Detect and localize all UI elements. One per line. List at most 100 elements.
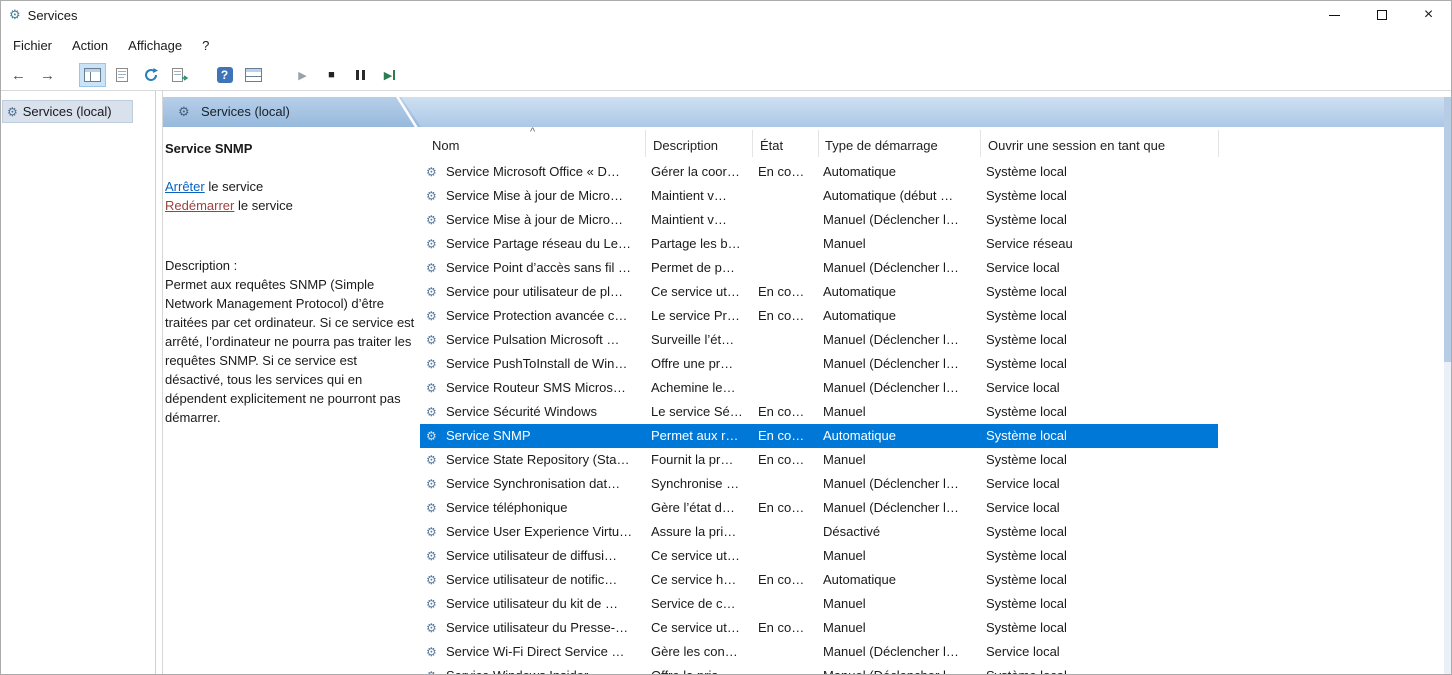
- help-button[interactable]: ?: [211, 63, 238, 87]
- cell-etat: En co…: [758, 424, 818, 448]
- cell-etat: [758, 664, 818, 675]
- table-row[interactable]: ⚙ Service PushToInstall de Win… Offre un…: [420, 352, 1218, 376]
- cell-nom: Service Microsoft Office « D…: [446, 160, 647, 184]
- close-button[interactable]: ×: [1405, 0, 1452, 30]
- restart-link-suffix: le service: [234, 198, 293, 213]
- service-gear-icon: ⚙: [426, 184, 437, 208]
- table-row[interactable]: ⚙ Service utilisateur du kit de … Servic…: [420, 592, 1218, 616]
- selected-service-title: Service SNMP: [165, 141, 420, 156]
- cell-nom: Service utilisateur du kit de …: [446, 592, 647, 616]
- cell-ouvrir-session: Système local: [986, 160, 1216, 184]
- cell-description: Le service Sé…: [651, 400, 753, 424]
- service-gear-icon: ⚙: [426, 448, 437, 472]
- table-row[interactable]: ⚙ Service Synchronisation dat… Synchroni…: [420, 472, 1218, 496]
- table-row[interactable]: ⚙ Service Windows Insider Offre la pris……: [420, 664, 1218, 675]
- cell-nom: Service téléphonique: [446, 496, 647, 520]
- refresh-button[interactable]: [137, 63, 164, 87]
- column-separator[interactable]: [1218, 130, 1219, 157]
- table-row[interactable]: ⚙ Service Wi-Fi Direct Service … Gère le…: [420, 640, 1218, 664]
- table-row[interactable]: ⚙ Service utilisateur de diffusi… Ce ser…: [420, 544, 1218, 568]
- table-row[interactable]: ⚙ Service Point d’accès sans fil … Perme…: [420, 256, 1218, 280]
- menu-item[interactable]: Action: [62, 33, 118, 58]
- scrollbar-thumb[interactable]: [1444, 97, 1452, 362]
- maximize-button[interactable]: [1358, 0, 1405, 30]
- export-list-icon: [172, 68, 188, 82]
- table-row[interactable]: ⚙ Service utilisateur de notific… Ce ser…: [420, 568, 1218, 592]
- properties-icon: [116, 68, 128, 82]
- cell-type-demarrage: Manuel: [823, 544, 981, 568]
- export-list-button[interactable]: [166, 63, 193, 87]
- column-header-ouvrir-session[interactable]: Ouvrir une session en tant que: [988, 138, 1165, 153]
- vertical-scrollbar[interactable]: [1444, 97, 1452, 675]
- service-gear-icon: ⚙: [426, 208, 437, 232]
- back-button[interactable]: ←: [5, 63, 32, 87]
- cell-etat: En co…: [758, 400, 818, 424]
- show-console-tree-button[interactable]: [79, 63, 106, 87]
- start-icon: ▶: [298, 69, 306, 82]
- service-gear-icon: ⚙: [426, 400, 437, 424]
- service-gear-icon: ⚙: [426, 664, 437, 675]
- refresh-icon: [143, 67, 159, 83]
- column-header-type-demarrage[interactable]: Type de démarrage: [825, 138, 938, 153]
- cell-type-demarrage: Manuel (Déclencher l…: [823, 664, 981, 675]
- column-headers: ^ Nom Description État Type de démarrage…: [420, 127, 1444, 160]
- cell-description: Service de c…: [651, 592, 753, 616]
- column-header-description[interactable]: Description: [653, 138, 718, 153]
- table-row[interactable]: ⚙ Service utilisateur du Presse-… Ce ser…: [420, 616, 1218, 640]
- cell-etat: [758, 328, 818, 352]
- column-header-etat[interactable]: État: [760, 138, 783, 153]
- pause-service-button[interactable]: [347, 63, 374, 87]
- table-row[interactable]: ⚙ Service Mise à jour de Micro… Maintien…: [420, 208, 1218, 232]
- service-gear-icon: ⚙: [426, 496, 437, 520]
- table-row[interactable]: ⚙ Service SNMP Permet aux r… En co… Auto…: [420, 424, 1218, 448]
- cell-etat: En co…: [758, 160, 818, 184]
- menu-item[interactable]: ?: [192, 33, 219, 58]
- column-header-nom[interactable]: Nom: [432, 138, 459, 153]
- service-gear-icon: ⚙: [426, 160, 437, 184]
- cell-type-demarrage: Automatique: [823, 304, 981, 328]
- column-separator[interactable]: [645, 130, 646, 157]
- forward-button[interactable]: →: [34, 63, 61, 87]
- cell-type-demarrage: Manuel: [823, 400, 981, 424]
- table-row[interactable]: ⚙ Service Protection avancée c… Le servi…: [420, 304, 1218, 328]
- table-row[interactable]: ⚙ Service State Repository (Sta… Fournit…: [420, 448, 1218, 472]
- table-row[interactable]: ⚙ Service Sécurité Windows Le service Sé…: [420, 400, 1218, 424]
- cell-ouvrir-session: Système local: [986, 592, 1216, 616]
- table-row[interactable]: ⚙ Service User Experience Virtu… Assure …: [420, 520, 1218, 544]
- minimize-button[interactable]: [1311, 0, 1358, 30]
- minimize-icon: [1329, 15, 1340, 16]
- stop-service-link[interactable]: Arrêter: [165, 179, 205, 194]
- cell-description: Offre une pr…: [651, 352, 753, 376]
- cell-description: Partage les b…: [651, 232, 753, 256]
- table-row[interactable]: ⚙ Service Pulsation Microsoft … Surveill…: [420, 328, 1218, 352]
- tree-item-services-local[interactable]: ⚙ Services (local): [2, 100, 133, 123]
- menu-item[interactable]: Fichier: [3, 33, 62, 58]
- service-gear-icon: ⚙: [426, 304, 437, 328]
- column-separator[interactable]: [980, 130, 981, 157]
- cell-nom: Service Pulsation Microsoft …: [446, 328, 647, 352]
- restart-service-link[interactable]: Redémarrer: [165, 198, 234, 213]
- cell-nom: Service Protection avancée c…: [446, 304, 647, 328]
- menu-item[interactable]: Affichage: [118, 33, 192, 58]
- table-row[interactable]: ⚙ Service Routeur SMS Micros… Achemine l…: [420, 376, 1218, 400]
- table-row[interactable]: ⚙ Service téléphonique Gère l’état d… En…: [420, 496, 1218, 520]
- cell-type-demarrage: Manuel (Déclencher l…: [823, 640, 981, 664]
- cell-etat: [758, 376, 818, 400]
- properties-button[interactable]: [108, 63, 135, 87]
- extended-view-button[interactable]: [240, 63, 267, 87]
- cell-type-demarrage: Manuel (Déclencher l…: [823, 472, 981, 496]
- table-row[interactable]: ⚙ Service Microsoft Office « D… Gérer la…: [420, 160, 1218, 184]
- table-row[interactable]: ⚙ Service Mise à jour de Micro… Maintien…: [420, 184, 1218, 208]
- column-separator[interactable]: [752, 130, 753, 157]
- cell-type-demarrage: Manuel: [823, 448, 981, 472]
- restart-service-button[interactable]: ▶: [376, 63, 403, 87]
- table-row[interactable]: ⚙ Service Partage réseau du Le… Partage …: [420, 232, 1218, 256]
- start-service-button[interactable]: ▶: [289, 63, 316, 87]
- cell-type-demarrage: Automatique: [823, 280, 981, 304]
- stop-service-button[interactable]: ■: [318, 63, 345, 87]
- table-row[interactable]: ⚙ Service pour utilisateur de pl… Ce ser…: [420, 280, 1218, 304]
- cell-nom: Service Windows Insider: [446, 664, 647, 675]
- service-gear-icon: ⚙: [426, 256, 437, 280]
- cell-description: Ce service ut…: [651, 544, 753, 568]
- column-separator[interactable]: [818, 130, 819, 157]
